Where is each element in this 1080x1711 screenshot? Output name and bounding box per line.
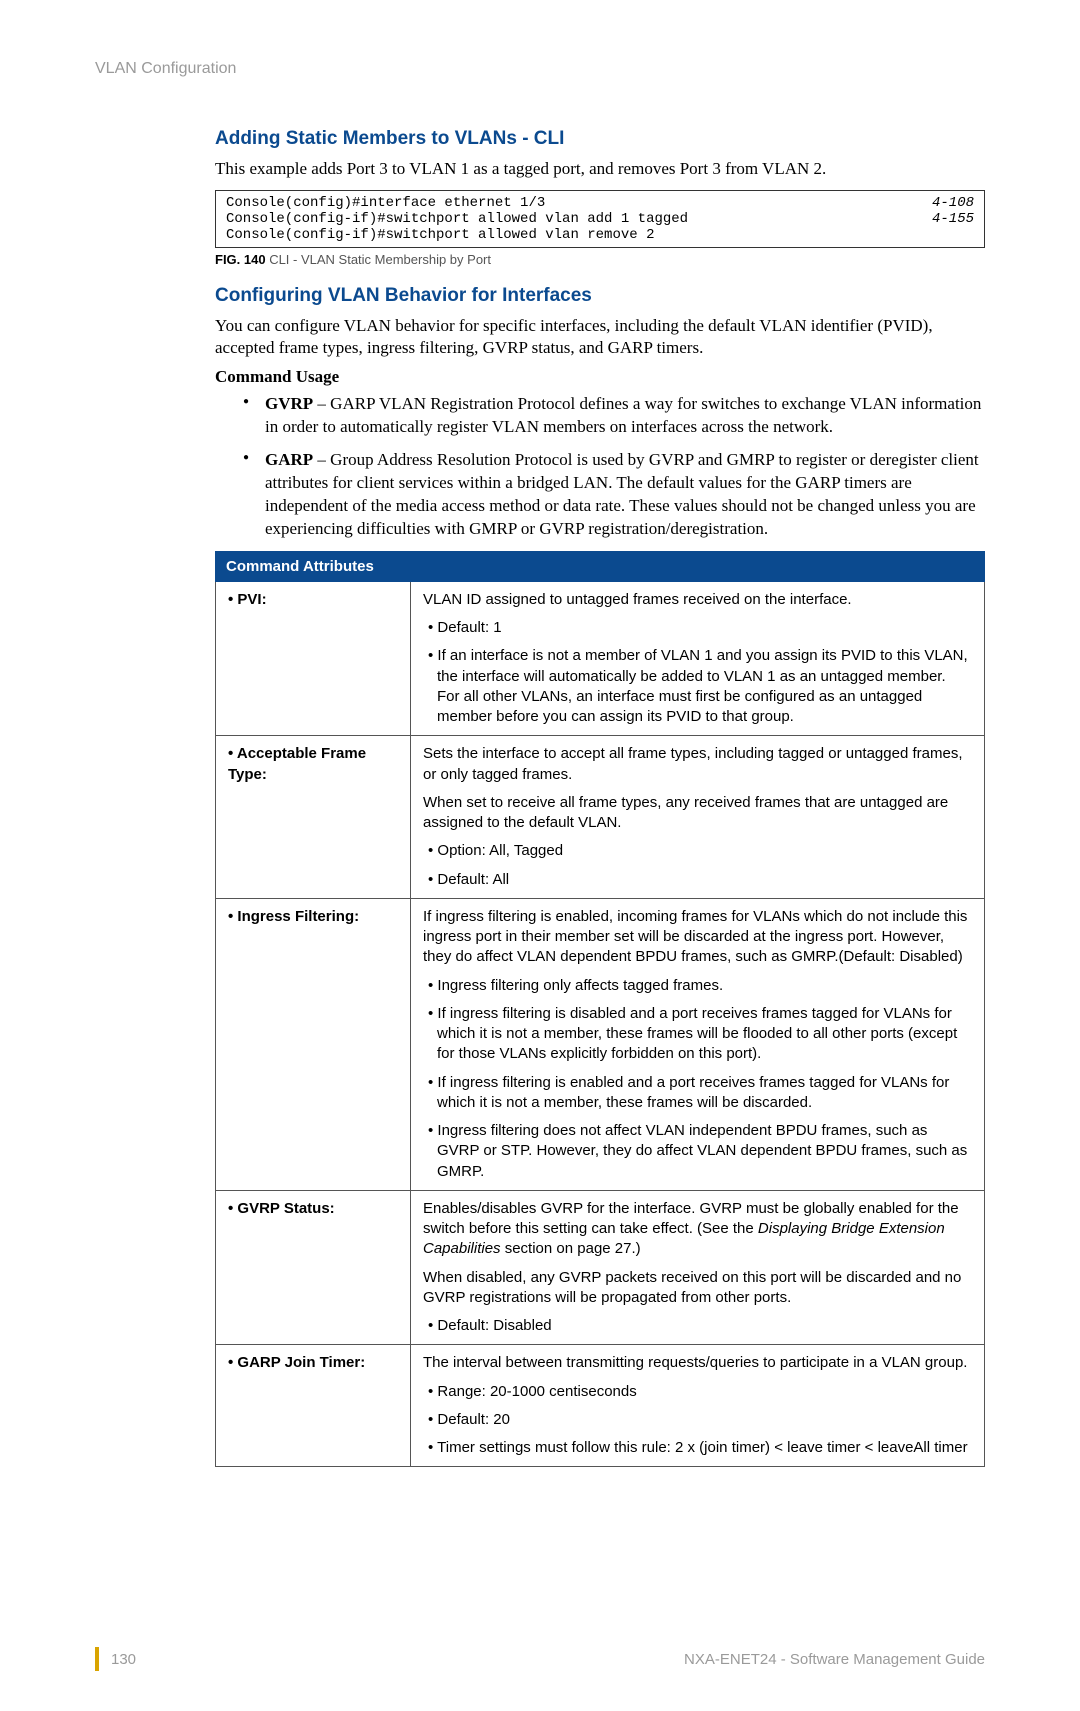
ingress-b2: If ingress filtering is disabled and a p… [423, 1004, 972, 1065]
code-line: Console(config-if)#switchport allowed vl… [226, 211, 974, 227]
garp-default: Default: 20 [423, 1410, 972, 1430]
command-attributes-table: Command Attributes • PVI: VLAN ID assign… [215, 551, 985, 1468]
code-ref: 4-108 [932, 195, 974, 211]
ingress-b4: Ingress filtering does not affect VLAN i… [423, 1121, 972, 1182]
aft-desc2: When set to receive all frame types, any… [423, 793, 972, 834]
aft-default: Default: All [423, 870, 972, 890]
pvi-note: If an interface is not a member of VLAN … [423, 646, 972, 727]
code-block-cli: Console(config)#interface ethernet 1/3 4… [215, 190, 985, 248]
gvrp-default: Default: Disabled [423, 1316, 972, 1336]
row-label-gvrp: • GVRP Status: [216, 1190, 411, 1345]
garp-range: Range: 20-1000 centiseconds [423, 1382, 972, 1402]
figure-text: CLI - VLAN Static Membership by Port [266, 252, 491, 267]
row-desc-gvrp: Enables/disables GVRP for the interface.… [411, 1190, 985, 1345]
ingress-b3: If ingress filtering is enabled and a po… [423, 1073, 972, 1114]
bullet-gvrp-prefix: GVRP [265, 394, 313, 413]
table-row: • Ingress Filtering: If ingress filterin… [216, 898, 985, 1190]
code-left: Console(config-if)#switchport allowed vl… [226, 227, 654, 243]
row-desc-aft: Sets the interface to accept all frame t… [411, 736, 985, 899]
table-row: • PVI: VLAN ID assigned to untagged fram… [216, 581, 985, 736]
code-left: Console(config-if)#switchport allowed vl… [226, 211, 688, 227]
aft-option: Option: All, Tagged [423, 841, 972, 861]
code-left: Console(config)#interface ethernet 1/3 [226, 195, 545, 211]
command-usage-label: Command Usage [215, 367, 985, 387]
row-label-garp: • GARP Join Timer: [216, 1345, 411, 1467]
bullet-gvrp-text: – GARP VLAN Registration Protocol define… [265, 394, 981, 436]
doc-title-footer: NXA-ENET24 - Software Management Guide [684, 1651, 985, 1668]
gvrp-desc1c: section on page 27.) [501, 1240, 641, 1257]
pvi-default: Default: 1 [423, 618, 972, 638]
table-row: • GARP Join Timer: The interval between … [216, 1345, 985, 1467]
section-title-add-static: Adding Static Members to VLANs - CLI [215, 128, 985, 150]
section2-intro: You can configure VLAN behavior for spec… [215, 315, 985, 359]
row-desc-ingress: If ingress filtering is enabled, incomin… [411, 898, 985, 1190]
pvi-desc: VLAN ID assigned to untagged frames rece… [423, 591, 852, 608]
figure-number: FIG. 140 [215, 252, 266, 267]
garp-desc1: The interval between transmitting reques… [423, 1354, 967, 1371]
page-header: VLAN Configuration [95, 60, 985, 78]
gvrp-desc2: When disabled, any GVRP packets received… [423, 1268, 972, 1309]
aft-desc1: Sets the interface to accept all frame t… [423, 745, 962, 782]
row-label-ingress: • Ingress Filtering: [216, 898, 411, 1190]
bullet-garp: GARP – Group Address Resolution Protocol… [243, 449, 985, 541]
bullet-garp-text: – Group Address Resolution Protocol is u… [265, 450, 979, 538]
ingress-b1: Ingress filtering only affects tagged fr… [423, 976, 972, 996]
page-footer: 130 NXA-ENET24 - Software Management Gui… [95, 1647, 985, 1671]
table-row: • GVRP Status: Enables/disables GVRP for… [216, 1190, 985, 1345]
garp-rule: Timer settings must follow this rule: 2 … [423, 1438, 972, 1458]
table-row: • Acceptable Frame Type: Sets the interf… [216, 736, 985, 899]
code-line: Console(config)#interface ethernet 1/3 4… [226, 195, 974, 211]
bullet-garp-prefix: GARP [265, 450, 313, 469]
section-title-configure-vlan: Configuring VLAN Behavior for Interfaces [215, 285, 985, 307]
figure-caption: FIG. 140 CLI - VLAN Static Membership by… [215, 252, 985, 267]
row-label-pvi: • PVI: [216, 581, 411, 736]
ingress-desc1: If ingress filtering is enabled, incomin… [423, 908, 967, 966]
row-label-aft: • Acceptable Frame Type: [216, 736, 411, 899]
table-header: Command Attributes [216, 551, 985, 581]
row-desc-garp: The interval between transmitting reques… [411, 1345, 985, 1467]
code-line: Console(config-if)#switchport allowed vl… [226, 227, 974, 243]
row-desc-pvi: VLAN ID assigned to untagged frames rece… [411, 581, 985, 736]
code-ref: 4-155 [932, 211, 974, 227]
section1-intro: This example adds Port 3 to VLAN 1 as a … [215, 158, 985, 180]
bullet-gvrp: GVRP – GARP VLAN Registration Protocol d… [243, 393, 985, 439]
command-usage-list: GVRP – GARP VLAN Registration Protocol d… [243, 393, 985, 541]
page-number: 130 [95, 1647, 136, 1671]
